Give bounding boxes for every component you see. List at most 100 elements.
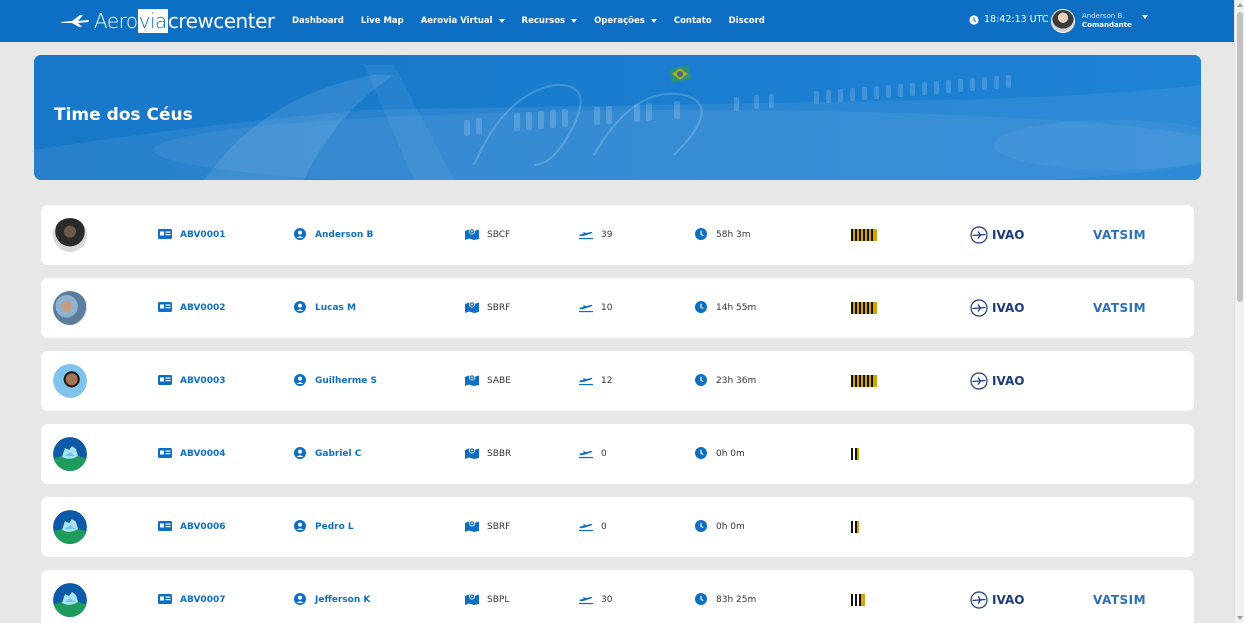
pilot-row[interactable]: ABV0003 Guilherme S SABE 12 23h 36m IVAO xyxy=(41,351,1194,411)
rank-insignia-icon xyxy=(851,448,859,460)
pilot-row[interactable]: ABV0002 Lucas M SBRF 10 14h 55m IVAO VATSIM xyxy=(41,278,1194,338)
pilot-hours: 14h 55m xyxy=(694,278,756,338)
pilot-hours-text: 23h 36m xyxy=(716,376,757,386)
pilot-id-text: ABV0006 xyxy=(180,522,226,532)
scroll-up-icon[interactable] xyxy=(1237,3,1243,7)
pilot-id[interactable]: ABV0004 xyxy=(158,424,225,484)
ivao-badge[interactable]: IVAO xyxy=(970,351,1024,411)
clock-icon xyxy=(694,519,716,535)
utc-clock: 18:42:13 UTC xyxy=(969,14,1049,25)
vatsim-logo: VATSIM xyxy=(1093,301,1147,315)
pilot-row[interactable]: ABV0001 Anderson B SBCF 39 58h 3m IVAO VATSIM xyxy=(41,205,1194,265)
pilot-avatar xyxy=(53,218,87,252)
nav-item-aerovia-virtual[interactable]: Aerovia Virtual xyxy=(421,16,505,26)
pilot-base: SBBR xyxy=(465,424,511,484)
chevron-down-icon xyxy=(571,19,578,23)
ivao-badge[interactable]: IVAO xyxy=(970,278,1024,338)
vatsim-badge[interactable]: VATSIM xyxy=(1093,205,1146,265)
pilot-id[interactable]: ABV0003 xyxy=(158,351,225,411)
pilot-id[interactable]: ABV0006 xyxy=(158,497,225,557)
pilot-row[interactable]: ABV0006 Pedro L SBRF 0 0h 0m xyxy=(41,497,1194,557)
rank-insignia-icon xyxy=(851,594,865,606)
pilot-base: SBRF xyxy=(465,497,510,557)
user-icon xyxy=(293,592,315,608)
pilot-flights: 39 xyxy=(579,205,612,265)
brand-text: Aeroviacrewcenter xyxy=(94,9,275,33)
ivao-badge[interactable]: IVAO xyxy=(970,205,1024,265)
vatsim-logo: VATSIM xyxy=(1093,593,1147,607)
scroll-down-icon[interactable] xyxy=(1237,616,1243,620)
id-card-icon xyxy=(158,593,180,608)
pilot-id-text: ABV0001 xyxy=(180,230,226,240)
hero-banner: Time dos Céus xyxy=(34,55,1201,180)
pilot-avatar xyxy=(53,583,87,617)
pilot-row[interactable]: ABV0007 Jefferson K SBPL 30 83h 25m IVAO VATSI… xyxy=(41,570,1194,623)
pilot-id[interactable]: ABV0002 xyxy=(158,278,225,338)
page-scrollbar[interactable] xyxy=(1234,0,1244,623)
pilot-name[interactable]: Jefferson K xyxy=(293,570,370,623)
pilot-flights-text: 0 xyxy=(601,449,607,459)
vatsim-badge[interactable]: VATSIM xyxy=(1093,570,1146,623)
pilot-rank xyxy=(851,424,859,484)
nav-item-contato[interactable]: Contato xyxy=(674,16,712,26)
brand-text-crewcenter: crewcenter xyxy=(167,9,275,33)
nav-item-discord[interactable]: Discord xyxy=(729,16,765,26)
pilot-rank xyxy=(851,205,877,265)
pilot-id[interactable]: ABV0001 xyxy=(158,205,225,265)
id-card-icon xyxy=(158,520,180,535)
pilot-name[interactable]: Pedro L xyxy=(293,497,354,557)
user-icon xyxy=(293,519,315,535)
user-info: Anderson B. Comandante xyxy=(1082,12,1132,30)
clock-icon xyxy=(694,592,716,608)
pilot-hours-text: 0h 0m xyxy=(716,449,745,459)
nav-item-opera-es[interactable]: Operações xyxy=(594,16,657,26)
pilot-hours: 0h 0m xyxy=(694,424,745,484)
pilot-name[interactable]: Guilherme S xyxy=(293,351,377,411)
nav-item-live-map[interactable]: Live Map xyxy=(361,16,404,26)
pilot-flights: 30 xyxy=(579,570,612,623)
nav-item-label: Live Map xyxy=(360,16,404,26)
pilot-name[interactable]: Anderson B xyxy=(293,205,373,265)
pilot-name-text: Jefferson K xyxy=(315,595,371,605)
scrollbar-thumb[interactable] xyxy=(1237,12,1243,302)
nav-item-recursos[interactable]: Recursos xyxy=(522,16,578,26)
ivao-plane-icon xyxy=(970,226,988,244)
ivao-badge[interactable]: IVAO xyxy=(970,570,1024,623)
plane-departure-icon xyxy=(579,520,601,535)
pilot-id-text: ABV0003 xyxy=(180,376,226,386)
pilot-base-text: SBPL xyxy=(487,595,510,605)
pilot-base: SBCF xyxy=(465,205,510,265)
top-navbar: Aeroviacrewcenter Dashboard Live Map Aerov… xyxy=(0,0,1234,42)
map-marker-icon xyxy=(465,228,487,243)
ivao-plane-icon xyxy=(970,372,988,390)
pilot-hours-text: 83h 25m xyxy=(716,595,757,605)
pilot-id[interactable]: ABV0007 xyxy=(158,570,225,623)
vatsim-logo: VATSIM xyxy=(1093,228,1147,242)
pilot-name[interactable]: Gabriel C xyxy=(293,424,361,484)
nav-item-dashboard[interactable]: Dashboard xyxy=(292,16,344,26)
pilot-name-text: Anderson B xyxy=(315,230,374,240)
pilot-name-text: Guilherme S xyxy=(315,376,378,386)
main-nav: Dashboard Live Map Aerovia Virtual Recursos… xyxy=(292,0,782,42)
brand-logo[interactable]: Aeroviacrewcenter xyxy=(60,9,275,33)
clock-icon xyxy=(969,14,979,25)
clock-icon xyxy=(694,446,716,462)
clock-icon xyxy=(694,227,716,243)
ivao-logo: IVAO xyxy=(970,591,1024,609)
pilot-row[interactable]: ABV0004 Gabriel C SBBR 0 0h 0m xyxy=(41,424,1194,484)
ivao-label: IVAO xyxy=(992,228,1025,242)
nav-item-label: Discord xyxy=(728,16,765,26)
pilot-name[interactable]: Lucas M xyxy=(293,278,356,338)
id-card-icon xyxy=(158,301,180,316)
map-marker-icon xyxy=(465,374,487,389)
user-menu[interactable]: Anderson B. Comandante xyxy=(1051,9,1148,33)
pilot-avatar xyxy=(53,437,87,471)
nav-item-label: Contato xyxy=(673,16,712,26)
nav-item-label: Operações xyxy=(594,16,645,26)
ivao-plane-icon xyxy=(970,591,988,609)
pilot-flights-text: 39 xyxy=(601,230,613,240)
vatsim-badge[interactable]: VATSIM xyxy=(1093,278,1146,338)
pilot-hours: 23h 36m xyxy=(694,351,756,411)
pilot-flights: 10 xyxy=(579,278,612,338)
pilot-base-text: SBCF xyxy=(487,230,511,240)
